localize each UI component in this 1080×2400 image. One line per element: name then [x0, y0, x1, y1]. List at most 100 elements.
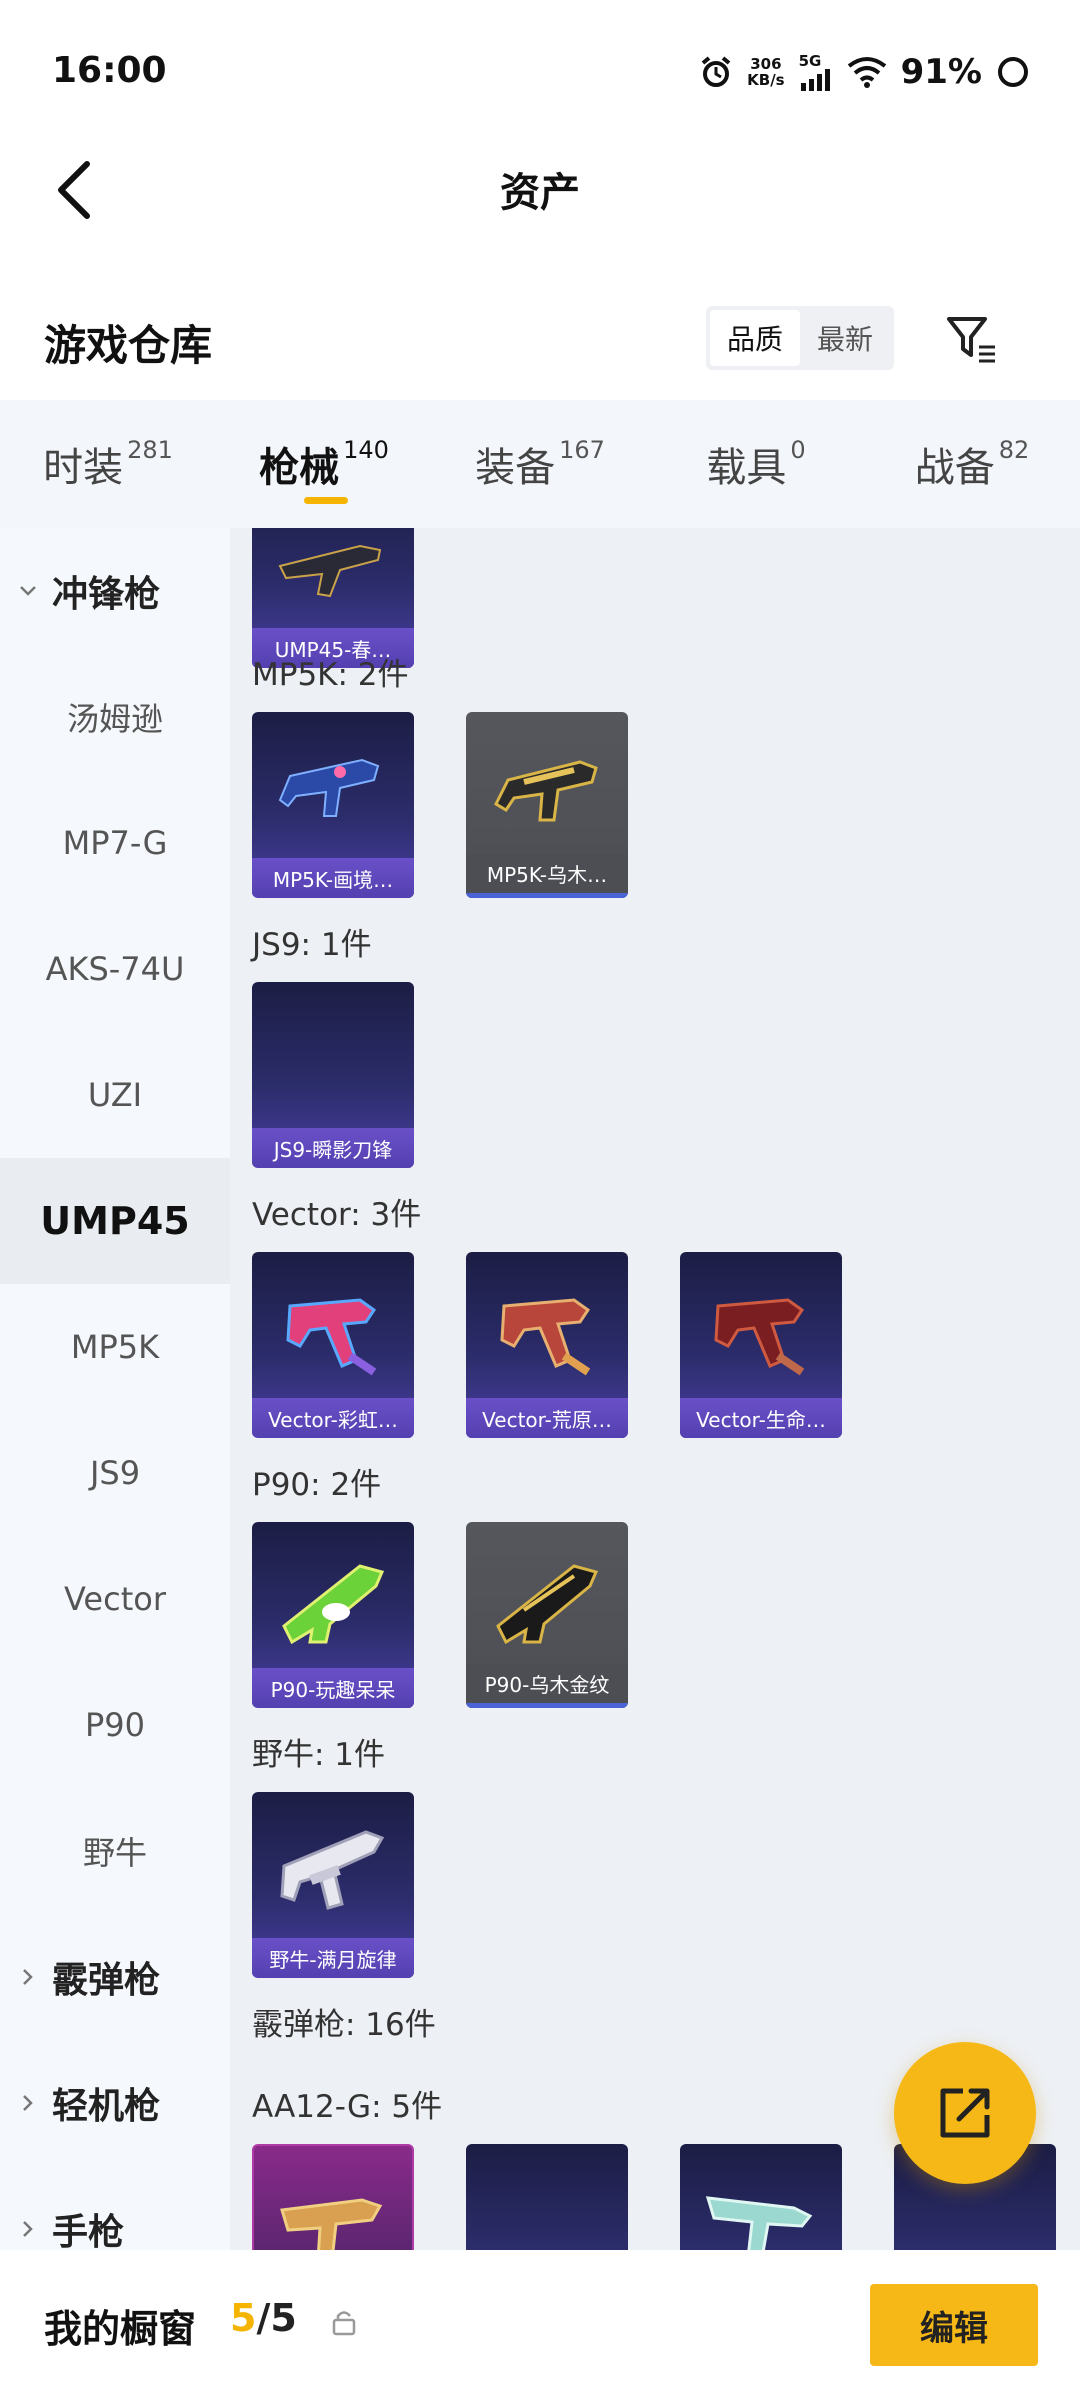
status-icons: 306 KB/s 5G 91% — [699, 48, 1030, 96]
tab-count: 167 — [559, 436, 605, 464]
sidebar-group-pistol[interactable]: 手枪 — [0, 2166, 230, 2250]
item-card[interactable]: 野牛-满月旋律 — [252, 1792, 414, 1978]
item-card[interactable] — [466, 2144, 628, 2250]
weapon-skin-image — [280, 1830, 385, 1910]
item-card-label: P90-玩趣呆呆 — [252, 1668, 414, 1708]
tab-count: 82 — [998, 436, 1030, 464]
sidebar-item-p90[interactable]: P90 — [0, 1662, 230, 1788]
tab-guns[interactable]: 枪械 140 — [216, 400, 432, 528]
tab-vehicles[interactable]: 载具 0 — [648, 400, 864, 528]
sidebar-item-aks74u[interactable]: AKS-74U — [0, 906, 230, 1032]
tab-count: 281 — [127, 436, 173, 464]
weapon-skin-image — [286, 1298, 377, 1376]
section-p90: P90: 2件 P90-玩趣呆呆 P90-乌木金纹 — [252, 1462, 628, 1708]
cell-signal: 5G — [799, 53, 833, 91]
page-title: 资产 — [500, 170, 580, 216]
showcase-bar: 我的橱窗 5/5 编辑 — [0, 2250, 1080, 2400]
warehouse-header: 游戏仓库 品质 最新 — [0, 290, 1080, 400]
weapon-skin-image — [282, 1564, 385, 1645]
item-card[interactable] — [252, 2144, 414, 2250]
item-card[interactable]: MP5K-乌木… — [466, 712, 628, 898]
item-card[interactable]: Vector-荒原… — [466, 1252, 628, 1438]
share-fab-button[interactable] — [894, 2042, 1036, 2184]
section-shotgun-group: 霰弹枪: 16件 — [252, 2002, 436, 2048]
item-card[interactable]: MP5K-画境… — [252, 712, 414, 898]
network-speed: 306 KB/s — [747, 56, 784, 88]
section-vector: Vector: 3件 Vector-彩虹… Vector-荒原… Vector-… — [252, 1192, 842, 1438]
item-card-label: P90-乌木金纹 — [466, 1664, 628, 1708]
sidebar-item-ump45[interactable]: UMP45 — [0, 1158, 230, 1284]
item-card-label: Vector-荒原… — [466, 1398, 628, 1438]
item-card-label: 野牛-满月旋律 — [252, 1938, 414, 1978]
sidebar-item-vector[interactable]: Vector — [0, 1536, 230, 1662]
section-mp5k: MP5K: 2件 MP5K-画境… MP5K-乌木… — [252, 652, 628, 898]
chevron-down-icon — [20, 586, 36, 596]
share-export-icon — [940, 2088, 990, 2138]
tab-fashion[interactable]: 时装 281 — [0, 400, 216, 528]
sidebar-group-label: 手枪 — [52, 2212, 125, 2250]
sidebar-group-label: 轻机枪 — [52, 2086, 161, 2127]
item-card[interactable]: UMP45-春… — [252, 528, 414, 668]
tab-supplies[interactable]: 战备 82 — [864, 400, 1080, 528]
alarm-icon — [701, 56, 731, 87]
warehouse-title: 游戏仓库 — [44, 321, 213, 370]
section-label: Vector: 3件 — [252, 1197, 422, 1233]
tab-count: 0 — [790, 436, 806, 464]
sort-newest-option[interactable]: 最新 — [800, 310, 890, 366]
weapon-skin-image — [494, 760, 598, 822]
sort-quality-option[interactable]: 品质 — [710, 310, 800, 366]
weapon-skin-image — [496, 1564, 599, 1645]
showcase-count: 5/5 — [230, 2296, 297, 2340]
tab-label: 载具 — [706, 445, 787, 491]
chevron-right-icon — [23, 2095, 33, 2111]
sidebar-item-thompson[interactable]: 汤姆逊 — [0, 654, 230, 780]
sidebar-item-uzi[interactable]: UZI — [0, 1032, 230, 1158]
section-label: 霰弹枪: 16件 — [252, 2007, 436, 2043]
tab-equipment[interactable]: 装备 167 — [432, 400, 648, 528]
item-card-label: MP5K-画境… — [252, 858, 414, 898]
chevron-right-icon — [23, 2221, 33, 2237]
item-card[interactable] — [680, 2144, 842, 2250]
section-bison: 野牛: 1件 野牛-满月旋律 — [252, 1732, 414, 1978]
showcase-title: 我的橱窗 — [44, 2307, 197, 2351]
section-label: JS9: 1件 — [252, 927, 372, 963]
tab-label: 时装 — [43, 445, 124, 491]
battery-percent: 91% — [900, 52, 982, 92]
item-card[interactable]: JS9-瞬影刀锋 — [252, 982, 414, 1168]
showcase-current: 5 — [230, 2296, 257, 2340]
filter-icon — [947, 317, 995, 363]
weapon-skin-image — [714, 1298, 805, 1376]
item-card[interactable]: Vector-生命… — [680, 1252, 842, 1438]
weapon-skin-image — [278, 544, 382, 598]
item-card[interactable]: Vector-彩虹… — [252, 1252, 414, 1438]
item-card-label: Vector-生命… — [680, 1398, 842, 1438]
item-card[interactable]: P90-乌木金纹 — [466, 1522, 628, 1708]
section-ump45: UMP45-春… — [252, 528, 414, 668]
sidebar-group-smg[interactable]: 冲锋枪 — [0, 528, 230, 654]
sidebar-group-shotgun[interactable]: 霰弹枪 — [0, 1914, 230, 2040]
sidebar-group-lmg[interactable]: 轻机枪 — [0, 2040, 230, 2166]
item-card-label: MP5K-乌木… — [466, 854, 628, 898]
speed-unit: KB/s — [747, 71, 785, 89]
sidebar-item-js9[interactable]: JS9 — [0, 1410, 230, 1536]
filter-button[interactable] — [936, 304, 1006, 374]
sort-toggle: 品质 最新 — [706, 306, 894, 370]
sidebar-item-bison[interactable]: 野牛 — [0, 1788, 230, 1914]
weapon-skin-image — [500, 1298, 591, 1376]
active-tab-indicator — [304, 497, 348, 504]
edit-button[interactable]: 编辑 — [870, 2284, 1038, 2366]
sidebar-item-mp7g[interactable]: MP7-G — [0, 780, 230, 906]
lock-icon[interactable] — [330, 2308, 358, 2336]
sidebar-group-label: 冲锋枪 — [52, 574, 161, 615]
weapon-skin-image — [280, 2198, 383, 2250]
weapon-skin-image — [278, 758, 380, 817]
status-bar: 16:00 306 KB/s 5G 91% — [0, 0, 1080, 140]
item-card[interactable]: P90-玩趣呆呆 — [252, 1522, 414, 1708]
sidebar-item-mp5k[interactable]: MP5K — [0, 1284, 230, 1410]
category-tabs: 时装 281 枪械 140 装备 167 载具 0 战备 82 — [0, 400, 1080, 528]
tab-label: 装备 — [475, 445, 556, 491]
wifi-icon — [847, 57, 886, 88]
showcase-total: /5 — [256, 2296, 297, 2340]
item-grid-area: UMP45-春… MP5K: 2件 MP5K-画境… MP5K-乌木… JS9:… — [230, 528, 1080, 2250]
app-header: 资产 — [0, 140, 1080, 290]
